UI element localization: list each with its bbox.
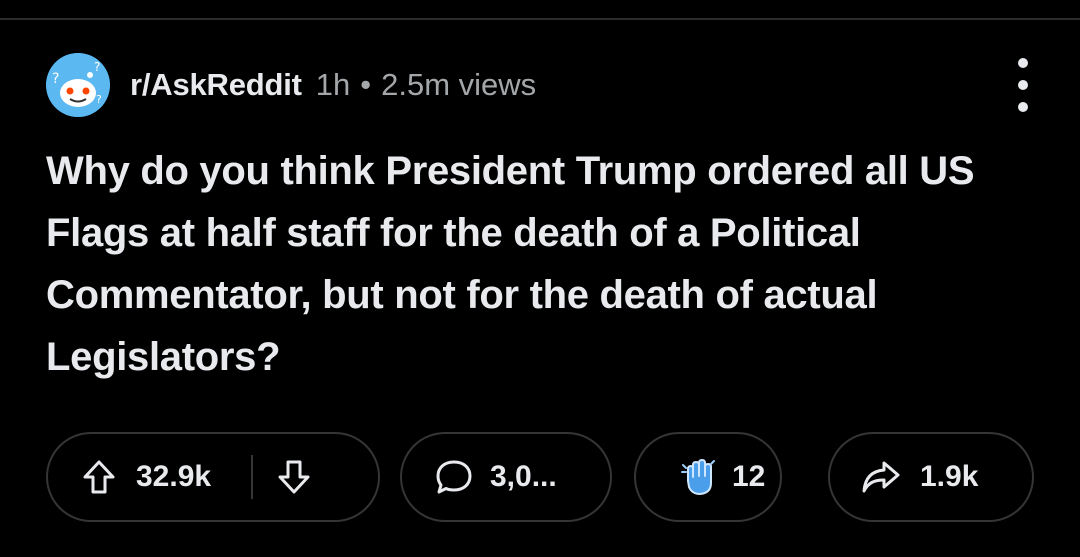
view-count: 2.5m views: [381, 67, 537, 102]
svg-text:?: ?: [96, 93, 102, 106]
speech-bubble-icon: [436, 460, 472, 494]
vote-control: 32.9k: [46, 432, 380, 522]
share-count: 1.9k: [920, 460, 979, 493]
meta-separator: •: [360, 67, 372, 102]
more-vertical-icon[interactable]: [1010, 58, 1036, 112]
share-button[interactable]: 1.9k: [828, 432, 1034, 522]
action-bar: 32.9k 3,0... 12 1.9k: [46, 432, 1036, 526]
clapping-hands-icon: [681, 459, 715, 495]
arrow-up-icon: [83, 460, 115, 494]
share-arrow-icon: [862, 461, 900, 493]
vote-divider: [251, 455, 254, 499]
post-title[interactable]: Why do you think President Trump ordered…: [46, 140, 1046, 388]
comment-count: 3,0...: [490, 460, 557, 493]
upvote-count: 32.9k: [136, 460, 212, 493]
svg-text:?: ?: [94, 60, 100, 74]
svg-text:?: ?: [52, 71, 59, 87]
upvote-button[interactable]: 32.9k: [48, 459, 211, 495]
award-count: 12: [732, 460, 766, 493]
post-age: 1h: [315, 67, 351, 102]
subreddit-avatar-icon[interactable]: ? ? ?: [46, 53, 110, 117]
downvote-button[interactable]: [277, 459, 311, 495]
arrow-down-icon: [278, 460, 310, 494]
award-button[interactable]: 12: [634, 432, 782, 522]
subreddit-name[interactable]: r/AskReddit: [130, 67, 302, 103]
post-header: ? ? ? r/AskReddit 1h • 2.5m views: [46, 52, 1036, 118]
comments-button[interactable]: 3,0...: [400, 432, 612, 522]
post-meta: 1h • 2.5m views: [316, 67, 536, 103]
top-divider: [0, 18, 1080, 20]
